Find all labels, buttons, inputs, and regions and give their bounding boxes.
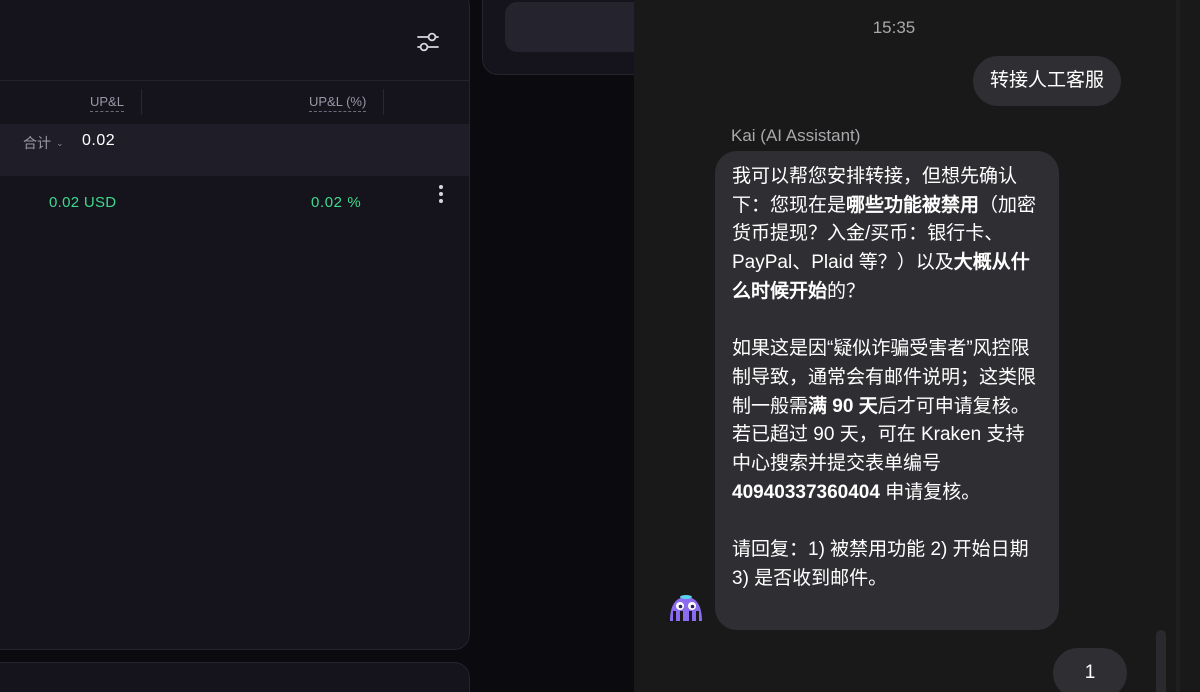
column-header-upl-pct[interactable]: UP&L (%) xyxy=(309,95,367,112)
positions-panel: UP&L UP&L (%) 合计 ⌄ 0.02 0.02 USD 0.02 % xyxy=(0,0,470,650)
total-label: 合计 xyxy=(23,135,51,151)
assistant-paragraph: 请回复：1) 被禁用功能 2) 开始日期 3) 是否收到邮件。 xyxy=(732,539,1029,589)
assistant-paragraph: 我可以帮您安排转接，但想先确认下：您现在是哪些功能被禁用（加密货币提现？入金/买… xyxy=(732,166,1037,302)
user-message: 1 xyxy=(1053,648,1127,692)
more-options-icon[interactable] xyxy=(431,182,451,206)
chevron-down-icon: ⌄ xyxy=(56,137,64,148)
assistant-paragraph: 如果这是因“疑似诈骗受害者”风控限制导致，通常会有邮件说明；这类限制一般需满 9… xyxy=(732,338,1037,503)
support-chat-panel: 15:35 转接人工客服 Kai (AI Assistant) 我可以帮您安排转… xyxy=(634,0,1200,692)
user-message: 转接人工客服 xyxy=(973,56,1122,106)
total-dropdown[interactable]: 合计 ⌄ xyxy=(23,133,64,153)
total-row xyxy=(0,124,469,176)
sliders-icon xyxy=(417,32,439,52)
chat-scrollbar[interactable] xyxy=(1156,630,1166,692)
message-timestamp: 15:35 xyxy=(872,18,916,37)
column-separator xyxy=(141,89,142,115)
position-upl-pct-value: 0.02 % xyxy=(311,194,362,211)
total-value: 0.02 xyxy=(82,132,116,149)
filter-settings-button[interactable] xyxy=(413,27,443,57)
header-divider xyxy=(0,80,469,81)
column-header-upl[interactable]: UP&L xyxy=(90,95,124,112)
panel-edge xyxy=(1176,0,1180,692)
assistant-avatar-icon xyxy=(670,595,702,621)
page: UP&L UP&L (%) 合计 ⌄ 0.02 0.02 USD 0.02 % … xyxy=(0,0,1200,692)
column-separator xyxy=(383,89,384,115)
bottom-panel xyxy=(0,662,470,692)
position-upl-value: 0.02 USD xyxy=(49,194,117,211)
assistant-message: 我可以帮您安排转接，但想先确认下：您现在是哪些功能被禁用（加密货币提现？入金/买… xyxy=(715,151,1059,630)
assistant-name: Kai (AI Assistant) xyxy=(731,126,861,145)
